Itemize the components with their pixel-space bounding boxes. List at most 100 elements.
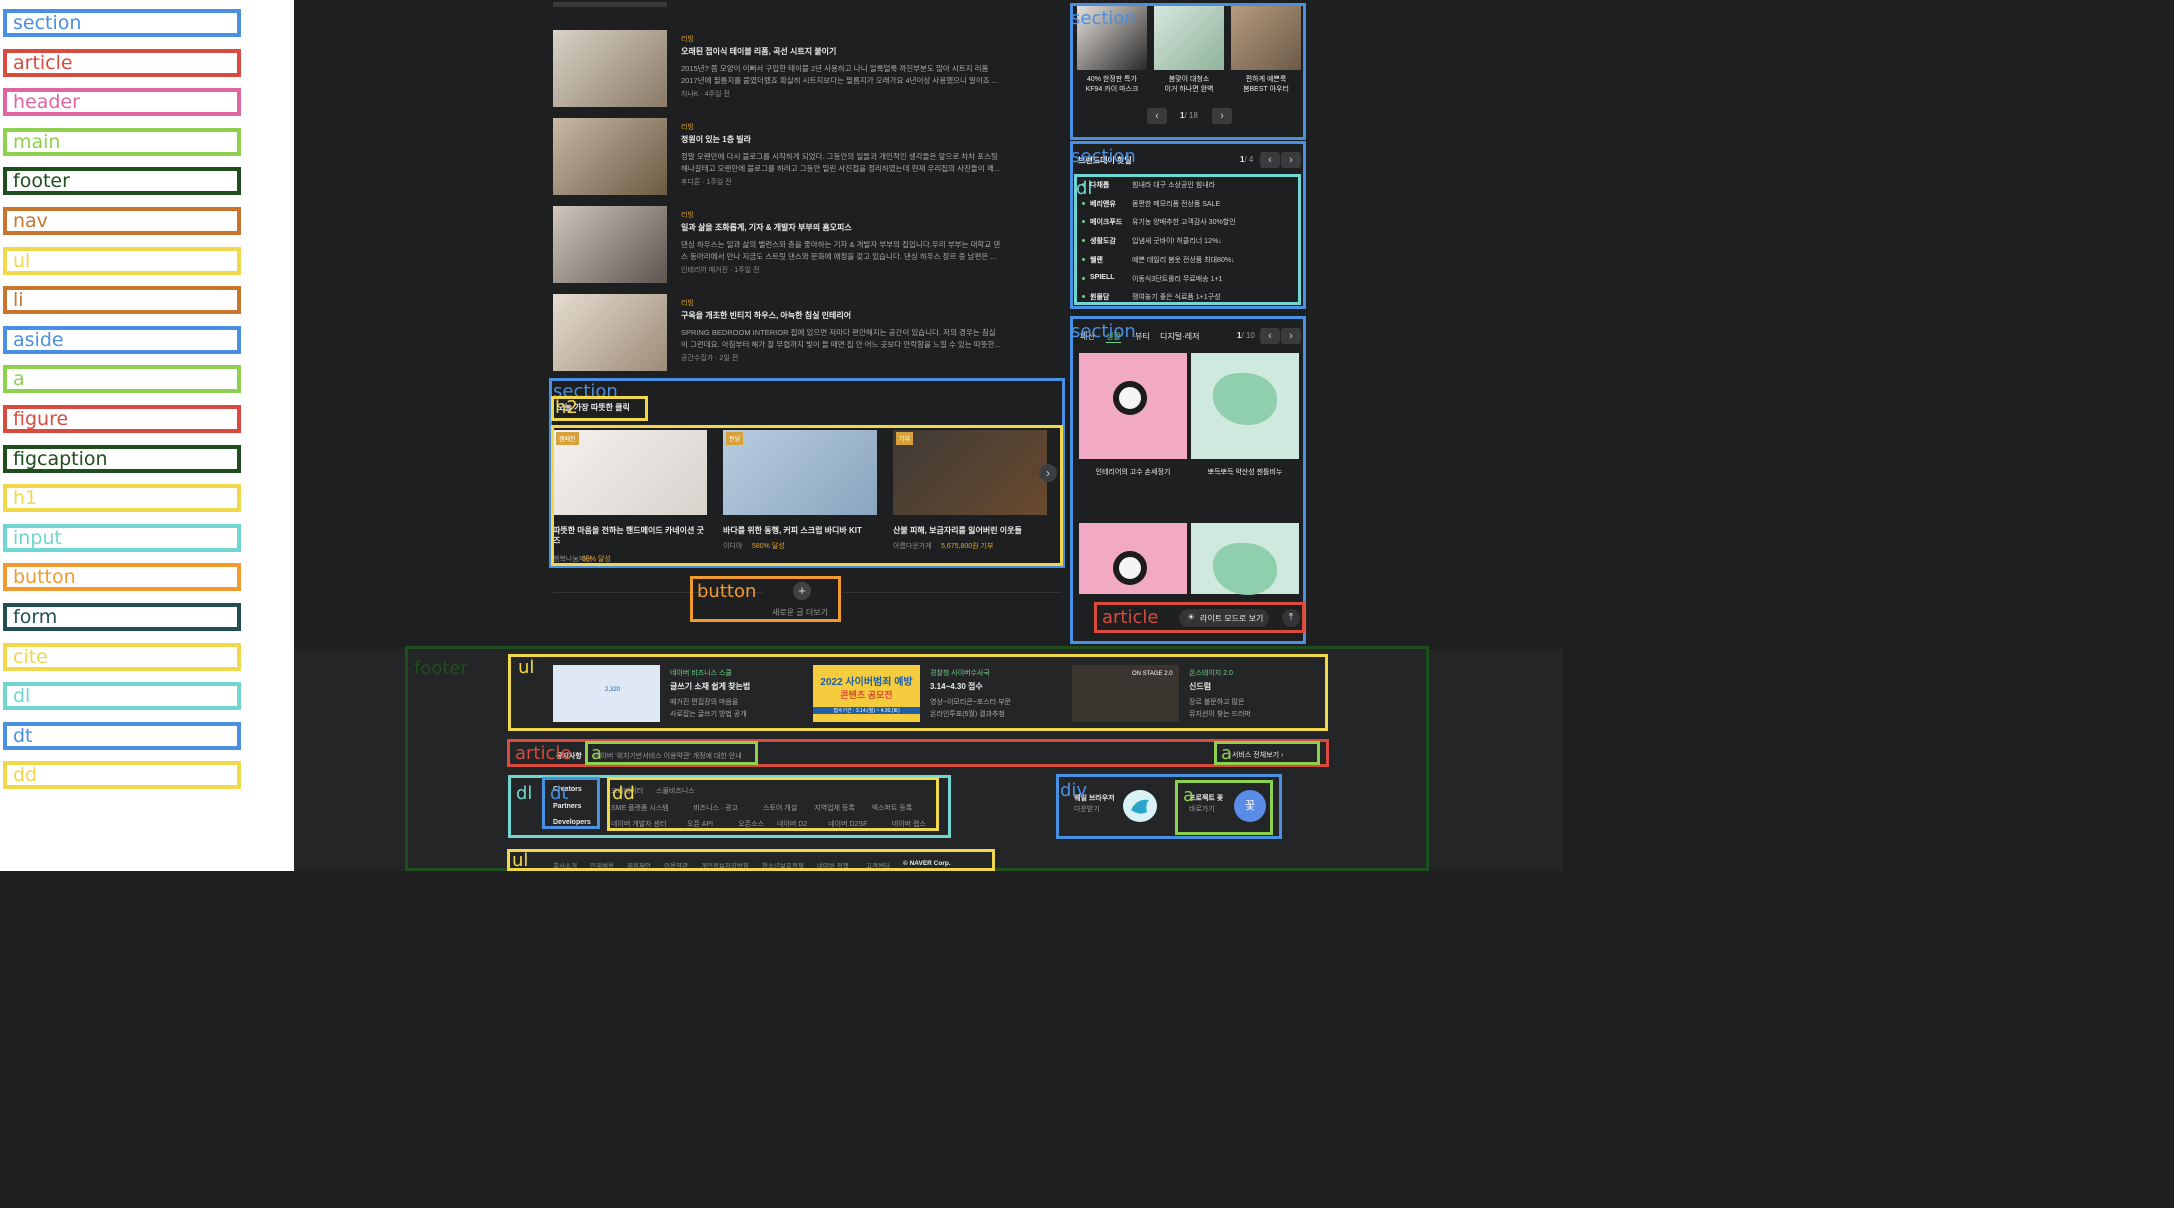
bottom-link[interactable]: 개인정보처리방침 (701, 860, 749, 870)
promo-tag[interactable]: 경찰청 사이버수사국 (930, 668, 990, 678)
deal-brand[interactable]: 생활도감 (1090, 236, 1116, 246)
deal-desc[interactable]: 이동식3단트롤리 무료배송 1+1 (1132, 274, 1223, 284)
flower-logo-icon[interactable]: 꽃 (1234, 790, 1266, 822)
bottom-link[interactable]: 제휴제안 (627, 860, 651, 870)
promo-image[interactable]: 2,320 (553, 665, 660, 722)
more-button-label[interactable]: 새로운 글 더보기 (772, 607, 828, 618)
happybean-subtitle[interactable]: 바로가기 (1189, 804, 1215, 814)
promo-title[interactable]: 신드럼 (1189, 681, 1211, 692)
bottom-link[interactable]: 네이버 정책 (817, 860, 849, 870)
footer-dd-link[interactable]: 엑스퍼트 등록 (872, 803, 913, 813)
promo-desc-line2[interactable]: 온라인투표(5월) 결과추첨 (930, 709, 1005, 719)
feed-thumbnail[interactable] (553, 30, 667, 107)
bottom-link[interactable]: 회사소개 (553, 860, 577, 870)
happybean-title[interactable]: 프로젝트 꽃 (1189, 793, 1223, 803)
deal-desc[interactable]: 유기농 양배추한 고객감사 30%할인 (1132, 217, 1236, 227)
deals-prev-arrow-icon[interactable]: ‹ (1260, 152, 1280, 168)
deal-brand[interactable]: 다채롭 (1090, 180, 1109, 190)
feed-thumbnail[interactable] (553, 206, 667, 283)
notice-link[interactable]: 네이버 '위치기반서비스 이용약관' 개정에 대한 안내 (594, 751, 742, 761)
promo-image[interactable]: 2022 사이버범죄 예방 콘텐츠 공모전 접수기간 : 3.14.(월) ~ 4.… (813, 665, 920, 722)
footer-dd-link[interactable]: 네이버 랩스 (892, 819, 926, 829)
warm-card-title[interactable]: 따뜻한 마음을 전하는 핸드메이드 카네이션 굿 (553, 525, 704, 536)
products-prev-arrow-icon[interactable]: ‹ (1260, 328, 1280, 344)
footer-dd-link[interactable]: 네이버 개발자 센터 (611, 819, 666, 829)
promo-image[interactable]: ON STAGE 2.0 (1072, 665, 1179, 722)
product-tab[interactable]: 패션 (1080, 331, 1095, 342)
feed-desc-line1[interactable]: 2015년? 쯤 모양이 이뻐서 구입한 테이블 2년 사용하고 나니 얼룩덜룩… (681, 63, 988, 74)
product-tab[interactable]: 생활 (1106, 331, 1121, 343)
promo-title[interactable]: 3.14~4.30 접수 (930, 681, 983, 692)
promo-desc-line1[interactable]: 장르 불문하고 많은 (1189, 697, 1244, 707)
whale-logo-icon[interactable] (1123, 790, 1157, 822)
promo-desc-line2[interactable]: 사로잡는 글쓰기 방법 공개 (670, 709, 747, 719)
bottom-link[interactable]: 인재채용 (590, 860, 614, 870)
footer-dd-link[interactable]: 오픈 API (687, 819, 713, 829)
shop-item-line1[interactable]: 40% 한정판 특가 (1075, 74, 1149, 84)
feed-desc-line2[interactable]: 해나갈테고 오랜만에 블로그를 하려고 그동안 밀린 사진첩을 정리하였는데 현… (681, 163, 1000, 174)
promo-desc-line2[interactable]: 뮤지션이 찾는 드러머 (1189, 709, 1251, 719)
shop-item-image[interactable] (1077, 6, 1147, 70)
feed-desc-line1[interactable]: 댄싱 하우스는 일과 삶의 밸런스와 층을 좋아하는 기자 & 개발자 부부의 … (681, 239, 1000, 250)
bottom-link[interactable]: 이용약관 (664, 860, 688, 870)
whale-subtitle[interactable]: 다운받기 (1074, 804, 1100, 814)
feed-title[interactable]: 구옥을 개조한 빈티지 하우스, 아늑한 침실 인테리어 (681, 310, 851, 321)
deal-desc[interactable]: 힘내라 대구 소상공인 힘내라 (1132, 180, 1215, 190)
deal-desc[interactable]: 입냄새 굿바이! 허클리너 12%↓ (1132, 236, 1222, 246)
warm-next-arrow-icon[interactable]: › (1039, 464, 1057, 482)
shop-item-line1[interactable]: 봄맞이 대청소 (1152, 74, 1226, 84)
bottom-link[interactable]: 고객센터 (866, 860, 890, 870)
footer-dd-link[interactable]: 스토어 개설 (763, 803, 797, 813)
shop-item-line2[interactable]: 봄BEST 아우터 (1229, 84, 1303, 94)
more-plus-icon[interactable]: + (793, 582, 811, 600)
whale-title[interactable]: 웨일 브라우저 (1074, 793, 1115, 803)
footer-dd-link[interactable]: 네이버 D2 (777, 819, 807, 829)
service-all-link[interactable]: 서비스 전체보기 › (1232, 750, 1283, 760)
scroll-top-icon[interactable]: ⤒ (1282, 609, 1300, 627)
promo-tag[interactable]: 온스테이지 2.0 (1189, 668, 1233, 678)
product-name[interactable]: 인테리어의 고수 손세정기 (1079, 467, 1187, 477)
shop-item-line2[interactable]: KF94 카이 마스크 (1075, 84, 1149, 94)
feed-thumbnail[interactable] (553, 294, 667, 371)
feed-title[interactable]: 일과 삶을 조화롭게, 기자 & 개발자 부부의 홈오피스 (681, 222, 852, 233)
deal-brand[interactable]: 웰랜 (1090, 255, 1103, 265)
feed-desc-line1[interactable]: 정말 오랜만에 다시 블로그를 시작하게 되었다. 그동안의 일들과 개인적인 … (681, 151, 998, 162)
warm-card-title[interactable]: 산불 피해, 보금자리를 잃어버린 이웃들 (893, 525, 1022, 536)
deal-brand[interactable]: 메이크푸드 (1090, 217, 1122, 227)
products-next-arrow-icon[interactable]: › (1281, 328, 1301, 344)
shop-item-line1[interactable]: 편하게 예쁜룩 (1229, 74, 1303, 84)
warm-card-image[interactable] (893, 430, 1047, 515)
shop-item-line2[interactable]: 이거 하나면 완벽 (1152, 84, 1226, 94)
footer-dd-link[interactable]: 지역업체 등록 (814, 803, 855, 813)
feed-desc-line2[interactable]: 이 그런데요. 아침부터 해가 잘 무렵까지 빛이 들 때면 집 안 어느 곳보… (681, 339, 1001, 350)
promo-desc-line1[interactable]: 매거진 편집장의 마음을 (670, 697, 738, 707)
deal-desc[interactable]: 몸편한 메모리폼 전상품 SALE (1132, 199, 1220, 209)
shop-prev-arrow-icon[interactable]: ‹ (1147, 108, 1167, 124)
deals-next-arrow-icon[interactable]: › (1281, 152, 1301, 168)
shop-item-image[interactable] (1154, 6, 1224, 70)
deal-brand[interactable]: SPIELL (1090, 274, 1115, 281)
bottom-link[interactable]: 청소년보호정책 (762, 860, 804, 870)
promo-title[interactable]: 글쓰기 소재 쉽게 찾는법 (670, 681, 750, 692)
promo-desc-line1[interactable]: 영상~이모티콘~포스터 부문 (930, 697, 1011, 707)
product-name[interactable]: 뽀득뽀득 약산성 젠틀비누 (1191, 467, 1299, 477)
product-tab[interactable]: 디지털·레저 (1160, 331, 1199, 342)
deal-desc[interactable]: 쟁여놓기 좋은 식료품 1+1구성 (1132, 292, 1221, 302)
shop-next-arrow-icon[interactable]: › (1212, 108, 1232, 124)
warm-card-title[interactable]: 바다를 위한 동행, 커피 스크럽 바디바 KIT (723, 525, 862, 536)
deal-brand[interactable]: 베리앤유 (1090, 199, 1116, 209)
footer-dd-link[interactable]: 비즈니스 · 광고 (693, 803, 738, 813)
footer-dd-link[interactable]: 스몰비즈니스 (656, 786, 695, 796)
light-mode-button[interactable]: ☀ 라이트 모드로 보기 (1179, 609, 1269, 627)
footer-dd-link[interactable]: 크리에이터 (611, 786, 643, 796)
footer-dd-link[interactable]: 네이버 D2SF (828, 819, 867, 829)
feed-desc-line2[interactable]: 스 동아리에서 만나 지금도 스트릿 댄스와 문화에 애정을 갖고 있습니다. … (681, 251, 997, 262)
deal-brand[interactable]: 원물담 (1090, 292, 1109, 302)
shop-item-image[interactable] (1231, 6, 1301, 70)
feed-desc-line1[interactable]: SPRING BEDROOM INTERIOR 집에 있으면 저마다 편안해지는… (681, 327, 996, 338)
footer-dd-link[interactable]: SME 플랫폼 시스템 (611, 803, 669, 813)
feed-desc-line2[interactable]: 2017년에 필름지를 붙였더랬죠 확실히 시트지보다는 필름지가 오래가요 4… (681, 75, 998, 86)
feed-thumbnail[interactable] (553, 118, 667, 195)
warm-card-title-line2[interactable]: 즈 (553, 535, 560, 546)
warm-card-image[interactable] (723, 430, 877, 515)
